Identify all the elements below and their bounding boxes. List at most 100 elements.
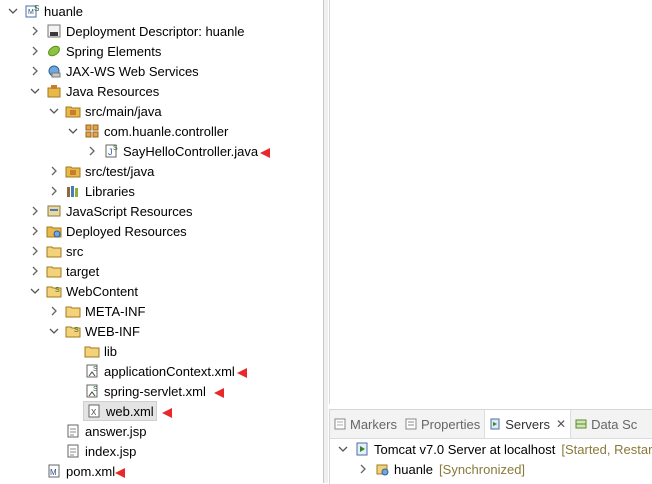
server-status: [Started, Restar (561, 441, 652, 457)
editor-area (329, 0, 652, 404)
tree-label: web.xml (106, 403, 154, 419)
chevron-right-icon[interactable] (87, 146, 97, 156)
sash[interactable] (324, 0, 328, 483)
tab-markers[interactable]: Markers (330, 410, 401, 438)
tree-item-answer-jsp[interactable]: answer.jsp (65, 421, 146, 441)
tab-properties[interactable]: Properties (401, 410, 484, 438)
maven-pom-icon: M (46, 463, 62, 479)
tree-label: pom.xml (66, 463, 116, 479)
chevron-down-icon[interactable] (8, 6, 18, 16)
module-status: [Synchronized] (439, 461, 526, 477)
tree-label: WebContent (66, 283, 139, 299)
tree-item-sayhellocontroller[interactable]: JS SayHelloController.java (87, 141, 271, 161)
chevron-right-icon[interactable] (30, 26, 40, 36)
tree-label: index.jsp (85, 443, 137, 459)
chevron-down-icon[interactable] (49, 326, 59, 336)
tree-label: src (66, 243, 84, 259)
chevron-down-icon[interactable] (68, 126, 78, 136)
tree-label: src/main/java (85, 103, 162, 119)
chevron-right-icon[interactable] (49, 166, 59, 176)
folder-icon (84, 343, 100, 359)
tree-label: Java Resources (66, 83, 160, 99)
java-resources-icon (46, 83, 62, 99)
tree-label: WEB-INF (85, 323, 140, 339)
tree-item-src-main-java[interactable]: src/main/java (49, 101, 162, 121)
svg-text:S: S (93, 366, 98, 373)
annotation-arrow-icon (213, 386, 224, 398)
tree-item-deployed-resources[interactable]: Deployed Resources (30, 221, 187, 241)
tree-item-jaxws[interactable]: JAX-WS Web Services (30, 61, 199, 81)
tree-item-webcontent[interactable]: S WebContent (30, 281, 138, 301)
svg-text:M: M (50, 468, 57, 477)
tree-label: META-INF (85, 303, 146, 319)
server-icon (354, 441, 370, 457)
web-folder-icon: S (46, 283, 62, 299)
tree-label: answer.jsp (85, 423, 147, 439)
svg-text:S: S (34, 4, 39, 13)
svg-text:S: S (113, 145, 118, 152)
spring-xml-file-icon: S (84, 383, 100, 399)
chevron-down-icon[interactable] (30, 286, 40, 296)
tree-label: applicationContext.xml (104, 363, 235, 379)
markers-icon (334, 418, 346, 430)
spring-xml-file-icon: S (84, 363, 100, 379)
tree-item-pom-xml[interactable]: M pom.xml (46, 461, 126, 481)
tree-item-src[interactable]: src (30, 241, 83, 261)
tree-item-meta-inf[interactable]: META-INF (49, 301, 145, 321)
tree-item-huanle[interactable]: MS huanle (8, 1, 83, 21)
tree-item-applicationcontext-xml[interactable]: S applicationContext.xml (84, 361, 247, 381)
tab-data-source[interactable]: Data Sc (571, 410, 641, 438)
svg-text:X: X (91, 408, 97, 417)
tree-label: Deployment Descriptor: huanle (66, 23, 245, 39)
tree-item-index-jsp[interactable]: index.jsp (65, 441, 136, 461)
tree-item-target[interactable]: target (30, 261, 99, 281)
chevron-down-icon[interactable] (30, 86, 40, 96)
tab-servers[interactable]: Servers ✕ (484, 410, 572, 438)
chevron-down-icon[interactable] (338, 444, 348, 454)
tree-item-spring-servlet-xml[interactable]: S spring-servlet.xml (84, 381, 224, 401)
tree-label: Spring Elements (66, 43, 162, 59)
xml-file-icon: X (86, 403, 102, 419)
tree-label: Libraries (85, 183, 135, 199)
tree-label: target (66, 263, 100, 279)
project-explorer: MS huanle Deployment Descriptor: huanle … (0, 0, 324, 483)
chevron-right-icon[interactable] (358, 464, 368, 474)
servers-icon (489, 418, 501, 430)
folder-icon (65, 303, 81, 319)
close-icon[interactable]: ✕ (556, 417, 566, 431)
svg-text:J: J (108, 147, 113, 157)
tree-item-libraries[interactable]: Libraries (49, 181, 135, 201)
svg-text:S: S (74, 327, 79, 334)
tree-item-package[interactable]: com.huanle.controller (68, 121, 228, 141)
chevron-right-icon[interactable] (30, 66, 40, 76)
server-row-tomcat[interactable]: Tomcat v7.0 Server at localhost [Started… (338, 439, 652, 459)
chevron-right-icon[interactable] (30, 46, 40, 56)
tree-item-web-xml[interactable]: X web.xml (83, 401, 172, 421)
deployment-descriptor-icon (46, 23, 62, 39)
module-row-huanle[interactable]: huanle [Synchronized] (358, 459, 525, 479)
chevron-down-icon[interactable] (49, 106, 59, 116)
tree-item-java-resources[interactable]: Java Resources (30, 81, 159, 101)
tree-label: com.huanle.controller (104, 123, 229, 139)
source-folder-icon (65, 163, 81, 179)
tree-item-src-test-java[interactable]: src/test/java (49, 161, 154, 181)
tree-item-javascript-resources[interactable]: JavaScript Resources (30, 201, 192, 221)
tree-label: src/test/java (85, 163, 155, 179)
tree-label: huanle (44, 3, 84, 19)
chevron-right-icon[interactable] (30, 206, 40, 216)
chevron-right-icon[interactable] (49, 306, 59, 316)
annotation-arrow-icon (115, 466, 126, 478)
javascript-resources-icon (46, 203, 62, 219)
folder-icon (46, 263, 62, 279)
tree-item-spring-elements[interactable]: Spring Elements (30, 41, 161, 61)
chevron-right-icon[interactable] (30, 246, 40, 256)
chevron-right-icon[interactable] (49, 186, 59, 196)
jsp-file-icon (65, 443, 81, 459)
chevron-right-icon[interactable] (30, 266, 40, 276)
annotation-arrow-icon (260, 146, 271, 158)
tree-item-deployment-descriptor[interactable]: Deployment Descriptor: huanle (30, 21, 244, 41)
tree-item-web-inf[interactable]: S WEB-INF (49, 321, 140, 341)
chevron-right-icon[interactable] (30, 226, 40, 236)
tree-item-lib[interactable]: lib (84, 341, 117, 361)
module-name: huanle (394, 461, 434, 477)
